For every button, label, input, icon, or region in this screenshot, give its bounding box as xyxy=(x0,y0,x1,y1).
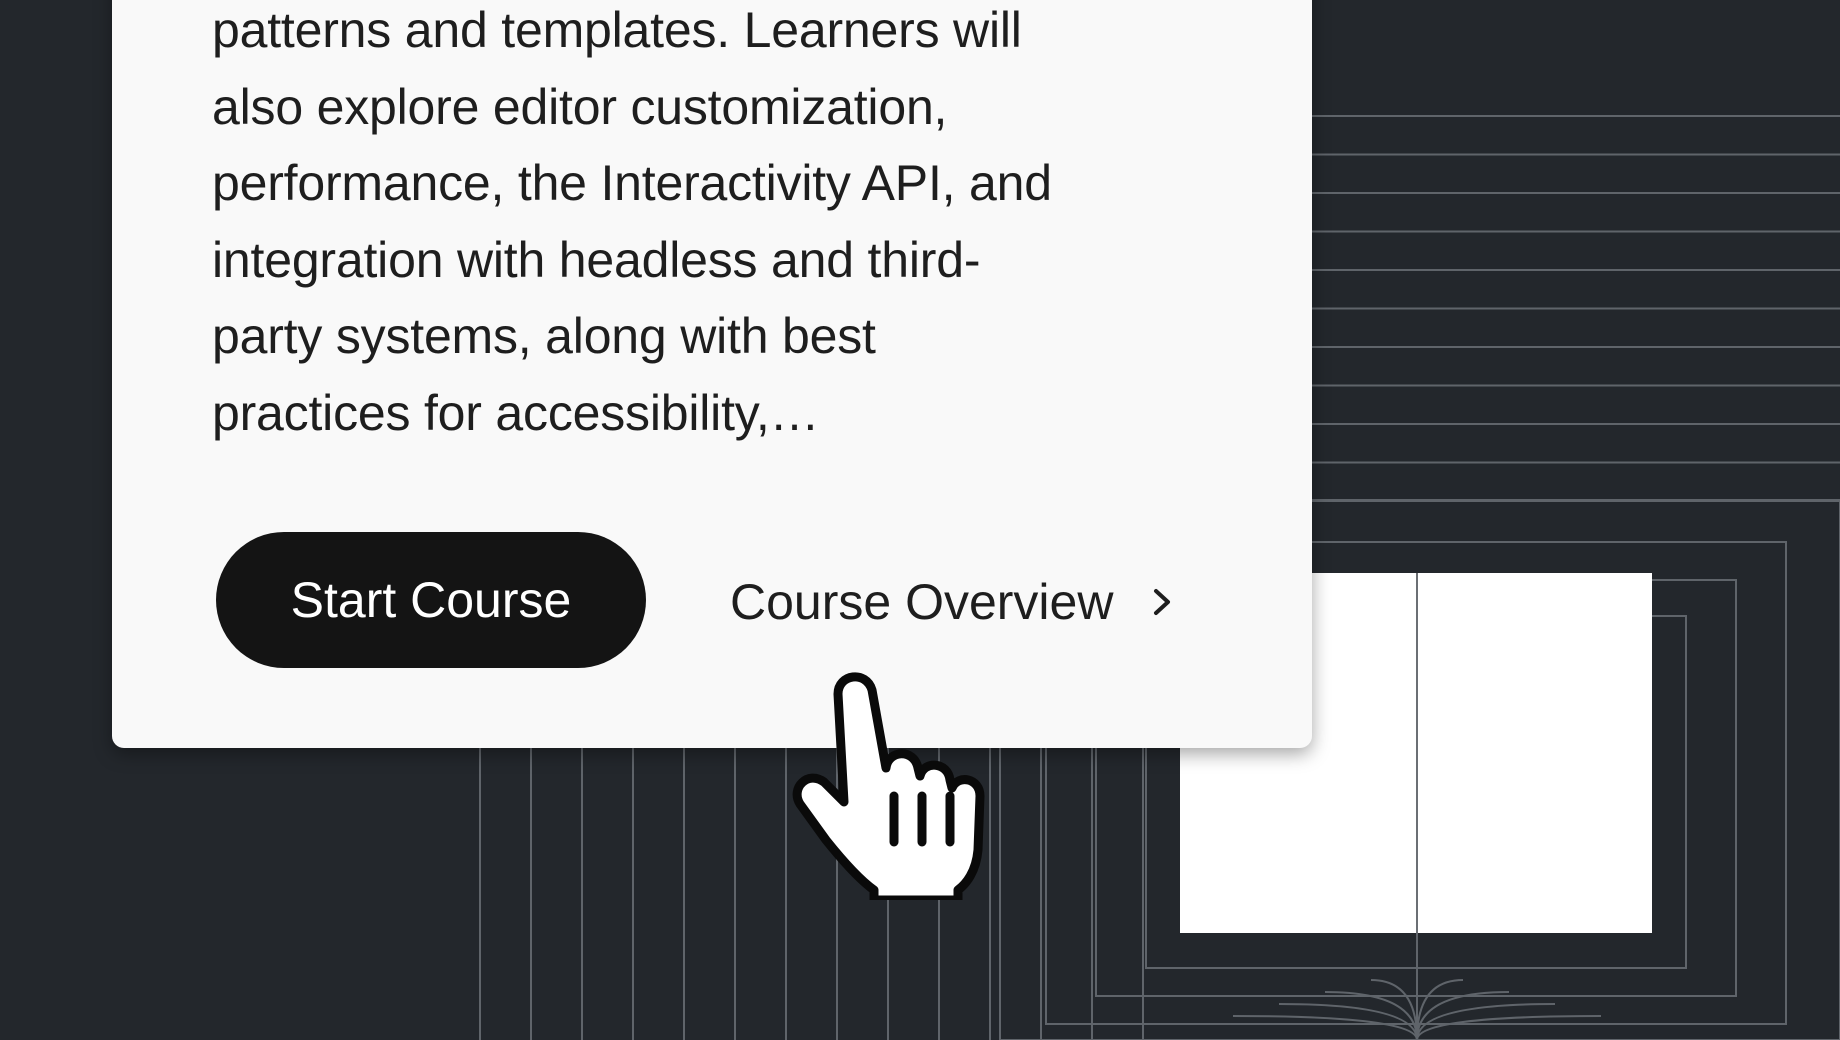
description-line: performance, the Interactivity API, and xyxy=(212,155,1052,211)
course-overview-label: Course Overview xyxy=(730,574,1114,630)
hand-pointer-icon xyxy=(792,672,985,900)
description-line: practices for accessibility,… xyxy=(212,384,820,441)
course-card: patterns and templates. Learners will al… xyxy=(112,0,1312,748)
chevron-right-icon xyxy=(1154,589,1171,615)
description-line: integration with headless and third- xyxy=(212,231,981,288)
course-description: patterns and templates. Learners will al… xyxy=(212,0,1212,451)
start-course-button[interactable]: Start Course xyxy=(216,532,646,668)
course-overview-link[interactable]: Course Overview xyxy=(730,536,1177,668)
description-line: patterns and templates. Learners will xyxy=(212,2,1022,58)
start-course-label: Start Course xyxy=(290,572,572,628)
description-line: party systems, along with best xyxy=(212,308,876,364)
page-stage: patterns and templates. Learners will al… xyxy=(0,0,1840,1040)
description-line: also explore editor customization, xyxy=(212,78,948,135)
thumbnail-divider xyxy=(1416,573,1418,933)
